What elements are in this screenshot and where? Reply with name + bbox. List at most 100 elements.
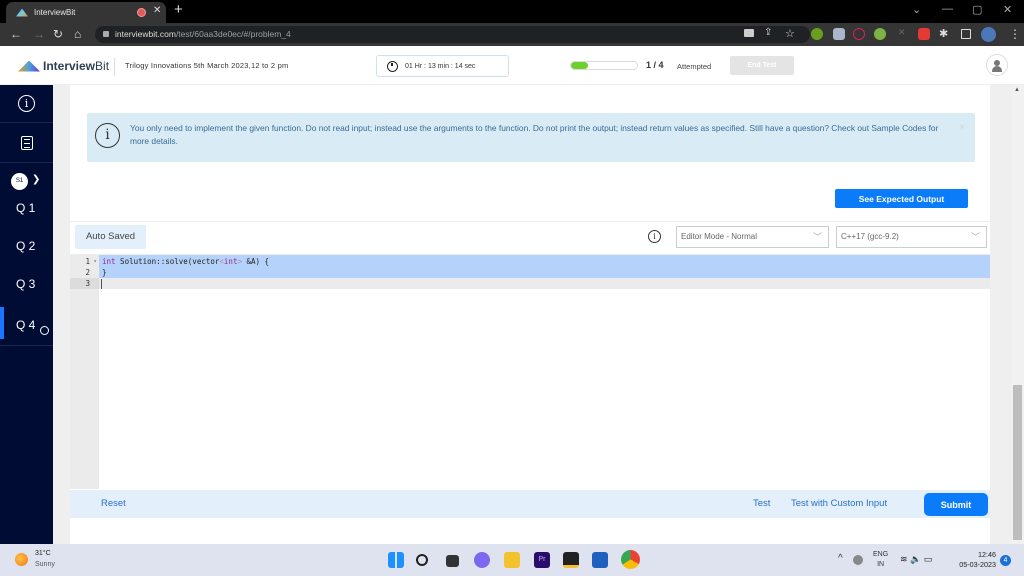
user-icon-body	[992, 66, 1002, 72]
language-value: C++17 (gcc-9.2)	[841, 232, 899, 241]
frog-extension-icon[interactable]	[874, 28, 886, 40]
editor-info-icon[interactable]: i	[648, 230, 661, 243]
puzzle-icon[interactable]: ✱	[939, 27, 948, 40]
sticky-notes-icon[interactable]	[563, 552, 579, 568]
url-input[interactable]: interviewbit.com/test/60aa3de0ec/#/probl…	[95, 26, 810, 43]
recording-icon	[137, 8, 146, 17]
interviewbit-logo[interactable]: Interview Bit	[18, 59, 109, 73]
notice-text: You only need to implement the given fun…	[130, 123, 939, 146]
line-gutter	[70, 255, 99, 489]
camera-icon[interactable]	[744, 29, 754, 37]
lock-extension-icon[interactable]	[918, 28, 930, 40]
text-cursor	[101, 279, 102, 289]
reload-icon[interactable]: ↻	[53, 27, 63, 41]
profile-avatar[interactable]	[981, 27, 996, 42]
current-line-highlight	[99, 278, 990, 289]
test-name: Trilogy Innovations 5th March 2023,12 to…	[125, 61, 289, 70]
browser-address-bar: ← → ↻ ⌂ interviewbit.com/test/60aa3de0ec…	[0, 23, 1024, 46]
right-gutter-bg	[990, 85, 1012, 544]
brand-light: Bit	[95, 59, 110, 73]
browser-tab[interactable]: InterviewBit ✕	[6, 2, 166, 23]
question-label: Q 3	[16, 277, 36, 291]
notification-badge[interactable]: 4	[1000, 555, 1011, 566]
forward-icon[interactable]: →	[33, 27, 45, 41]
clock-icon	[387, 60, 398, 72]
see-expected-output-button[interactable]: See Expected Output	[835, 189, 968, 208]
shield-extension-icon[interactable]	[833, 28, 845, 40]
file-explorer-icon[interactable]	[504, 552, 520, 568]
code-line: }	[102, 268, 107, 277]
close-icon[interactable]: ×	[959, 122, 965, 133]
sidebar-item-q2[interactable]: Q 2	[0, 227, 53, 265]
end-test-button[interactable]: End Test	[730, 56, 794, 75]
scrollbar-thumb[interactable]	[1013, 385, 1022, 540]
chevron-down-icon: ﹀	[970, 232, 980, 242]
section-badge[interactable]: S1	[11, 173, 28, 190]
menu-icon[interactable]: ⋮	[1009, 27, 1021, 41]
teams-chat-icon[interactable]	[474, 552, 490, 568]
timer: 01 Hr : 13 min : 14 sec	[376, 55, 509, 77]
user-avatar[interactable]	[986, 54, 1008, 76]
sidebar-item-q1[interactable]: Q 1	[0, 189, 53, 227]
chevron-down-icon[interactable]: ❯	[32, 174, 40, 185]
sidebar-info[interactable]: i	[0, 85, 53, 123]
green-plus-extension-icon[interactable]	[811, 28, 823, 40]
minimize-icon[interactable]: —	[942, 3, 953, 15]
progress-fill	[571, 62, 588, 69]
fold-icon[interactable]: ▾	[93, 256, 97, 267]
premiere-pro-icon[interactable]: Pr	[534, 552, 550, 568]
system-clock[interactable]: 12:46 05-03-2023	[952, 550, 996, 570]
temperature: 31°C	[35, 550, 51, 557]
test-button[interactable]: Test	[753, 498, 770, 509]
chrome-icon[interactable]	[621, 550, 640, 569]
close-tab-icon[interactable]: ✕	[153, 5, 161, 16]
share-icon[interactable]: ⇪	[764, 27, 772, 38]
scroll-up-icon[interactable]: ▲	[1014, 87, 1020, 93]
question-label: Q 2	[16, 239, 36, 253]
language-select[interactable]: C++17 (gcc-9.2) ﹀	[836, 226, 987, 248]
submit-button[interactable]: Submit	[924, 493, 988, 516]
tab-search-icon[interactable]: ⌄	[912, 3, 921, 16]
info-icon: i	[18, 95, 35, 112]
auto-saved-status: Auto Saved	[75, 225, 146, 249]
code-line: int Solution::solve(vector<int> &A) {	[102, 257, 270, 266]
line-number: 2	[85, 268, 90, 277]
timer-text: 01 Hr : 13 min : 14 sec	[405, 62, 476, 70]
editor-mode-select[interactable]: Editor Mode - Normal ﹀	[676, 226, 829, 248]
weather-sun-icon[interactable]	[15, 553, 28, 566]
test-custom-input-button[interactable]: Test with Custom Input	[791, 498, 887, 509]
logo-icon	[18, 60, 40, 72]
windows-start-icon[interactable]	[388, 552, 404, 568]
language-indicator[interactable]: ENG IN	[873, 550, 888, 570]
lock-icon	[103, 31, 109, 37]
chevron-up-icon[interactable]: ^	[838, 553, 843, 564]
x-extension-icon[interactable]: ✕	[898, 27, 906, 38]
sidebar-problem-list[interactable]	[0, 123, 53, 163]
search-icon[interactable]	[416, 554, 428, 566]
url-path: /test/60aa3de0ec/#/problem_4	[175, 29, 291, 39]
task-view-icon[interactable]	[446, 555, 459, 567]
reset-button[interactable]: Reset	[101, 498, 126, 509]
microsoft-store-icon[interactable]	[592, 552, 608, 568]
sidebar-item-q3[interactable]: Q 3	[0, 265, 53, 303]
back-icon[interactable]: ←	[10, 27, 22, 41]
code-editor[interactable]	[99, 255, 990, 489]
editor-mode-value: Editor Mode - Normal	[681, 232, 758, 241]
chevron-down-icon: ﹀	[812, 232, 822, 242]
close-window-icon[interactable]: ✕	[1003, 3, 1012, 16]
sidebar: i S1 ❯ Q 1 Q 2 Q 3 Q 4	[0, 85, 53, 544]
home-icon[interactable]: ⌂	[74, 27, 81, 41]
sidebar-icon[interactable]	[961, 29, 971, 39]
question-label: Q 1	[16, 201, 36, 215]
info-icon: i	[95, 123, 120, 148]
new-tab-button[interactable]: +	[174, 1, 183, 18]
maximize-icon[interactable]: ▢	[972, 3, 982, 16]
brand-bold: Interview	[43, 59, 96, 73]
sidebar-item-q4[interactable]: Q 4	[0, 304, 53, 346]
network-volume-battery-icons[interactable]: ≋ 🔈 ▭	[900, 554, 932, 565]
star-icon[interactable]: ☆	[785, 27, 795, 40]
pending-clock-icon	[40, 326, 49, 335]
header-divider	[114, 58, 115, 76]
tray-app-icon[interactable]	[853, 555, 863, 565]
record-extension-icon[interactable]	[853, 28, 865, 40]
